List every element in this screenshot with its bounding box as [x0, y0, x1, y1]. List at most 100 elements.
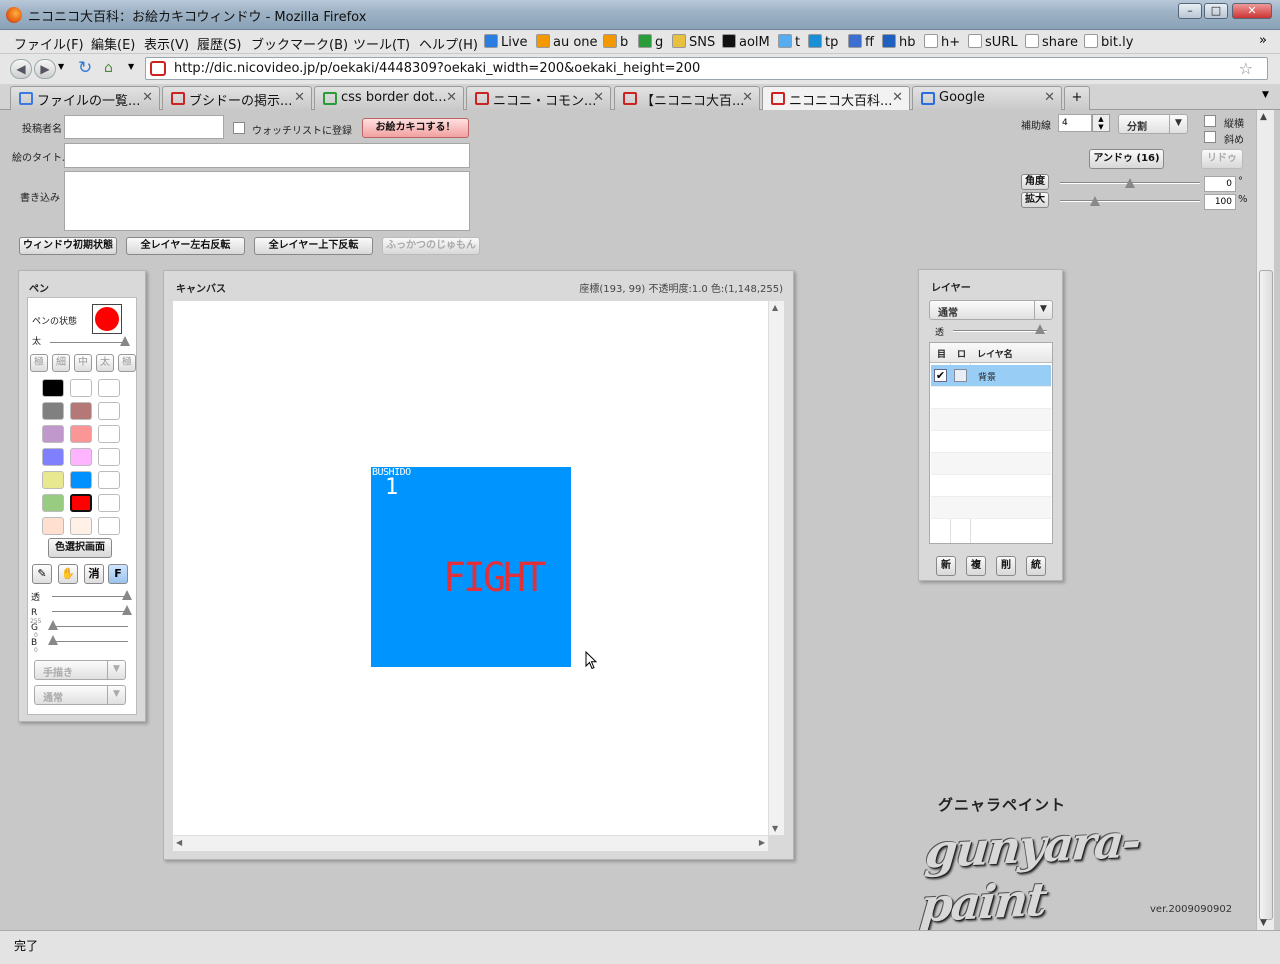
bookmark-item[interactable]: tp	[808, 34, 838, 50]
scroll-down-icon[interactable]: ▼	[772, 824, 778, 833]
bookmark-item[interactable]: hb	[882, 34, 916, 50]
back-button[interactable]: ◀	[10, 59, 32, 79]
menu-help[interactable]: ヘルプ(H)	[419, 34, 478, 53]
forward-button[interactable]: ▶	[34, 59, 56, 79]
drawing-canvas[interactable]: BUSHIDO 1 FIGHT	[371, 467, 571, 667]
aux-line-spinner[interactable]: ▲ ▼	[1092, 114, 1110, 132]
zoom-slider-knob[interactable]	[1090, 196, 1100, 206]
vertical-horizontal-checkbox[interactable]	[1204, 115, 1216, 127]
layer-row[interactable]: ✔ 背景	[931, 365, 1051, 387]
size-button-thin[interactable]: 細	[52, 354, 70, 372]
blend-mode-select[interactable]: 通常 ▼	[34, 685, 126, 705]
merge-layer-button[interactable]: 統	[1026, 556, 1046, 576]
poster-name-input[interactable]	[64, 115, 224, 139]
bookmark-item[interactable]: SNS	[672, 34, 715, 50]
tab-nicodic-oekaki[interactable]: ニコニコ大百科... ✕	[762, 86, 910, 111]
palette-swatch[interactable]	[98, 517, 120, 535]
layer-lock-checkbox[interactable]	[954, 369, 967, 382]
tab-bushido-board[interactable]: ブシドーの掲示... ✕	[162, 86, 312, 110]
eraser-tool-button[interactable]: 消	[84, 564, 104, 584]
duplicate-layer-button[interactable]: 複	[966, 556, 986, 576]
split-select[interactable]: 分割 ▼	[1118, 114, 1188, 134]
bookmark-item[interactable]: sURL	[968, 34, 1018, 50]
size-button-extra-thin[interactable]: 極	[30, 354, 48, 372]
tab-css-border[interactable]: css border dot... ✕	[314, 86, 464, 110]
undo-button[interactable]: アンドゥ (16)	[1089, 149, 1164, 169]
aux-line-input[interactable]: 4	[1058, 114, 1092, 132]
menu-file[interactable]: ファイル(F)	[14, 34, 84, 53]
scroll-right-icon[interactable]: ▶	[759, 838, 765, 847]
url-bar[interactable]: http://dic.nicovideo.jp/p/oekaki/4448309…	[145, 57, 1268, 80]
zoom-slider-track[interactable]	[1060, 200, 1200, 202]
palette-swatch[interactable]	[42, 425, 64, 443]
zoom-input[interactable]: 100	[1204, 194, 1236, 210]
palette-swatch[interactable]	[70, 448, 92, 466]
blue-slider-knob[interactable]	[48, 635, 58, 645]
canvas-viewport[interactable]: BUSHIDO 1 FIGHT	[173, 301, 768, 835]
scroll-down-icon[interactable]: ▼	[1260, 918, 1267, 928]
bookmark-item[interactable]: b	[603, 34, 628, 50]
palette-swatch[interactable]	[98, 425, 120, 443]
bookmark-item[interactable]: au one	[536, 34, 598, 50]
color-select-screen-button[interactable]: 色選択画面	[48, 538, 112, 558]
bookmark-item[interactable]: share	[1025, 34, 1078, 50]
tab-close-icon[interactable]: ✕	[1044, 90, 1055, 105]
palette-swatch[interactable]	[70, 471, 92, 489]
palette-swatch[interactable]	[98, 402, 120, 420]
bookmark-item[interactable]: aolM	[722, 34, 770, 50]
redo-button[interactable]: リドゥ	[1201, 149, 1243, 169]
maximize-button[interactable]: □	[1204, 3, 1228, 19]
picture-title-input[interactable]	[64, 143, 470, 168]
palette-swatch[interactable]	[98, 379, 120, 397]
palette-swatch[interactable]	[98, 448, 120, 466]
tab-file-list[interactable]: ファイルの一覧... ✕	[10, 86, 160, 110]
tab-nicocommon[interactable]: ニコニ・コモン... ✕	[466, 86, 611, 110]
tab-close-icon[interactable]: ✕	[892, 90, 903, 105]
layer-alpha-slider-knob[interactable]	[1035, 324, 1045, 334]
size-button-extra-thick[interactable]: 極	[118, 354, 136, 372]
stroke-mode-select[interactable]: 手描き ▼	[34, 660, 126, 680]
layer-visible-checkbox[interactable]: ✔	[934, 369, 947, 382]
menu-tools[interactable]: ツール(T)	[353, 34, 410, 53]
hand-tool-icon[interactable]: ✋	[58, 564, 78, 584]
size-button-thick[interactable]: 太	[96, 354, 114, 372]
menu-view[interactable]: 表示(V)	[144, 34, 189, 53]
bookmark-item[interactable]: bit.ly	[1084, 34, 1133, 50]
bookmark-star-icon[interactable]: ☆	[1239, 59, 1253, 78]
palette-swatch[interactable]	[42, 448, 64, 466]
palette-swatch[interactable]	[98, 471, 120, 489]
menu-history[interactable]: 履歴(S)	[197, 34, 241, 53]
tab-close-icon[interactable]: ✕	[294, 90, 305, 105]
home-dropdown-icon[interactable]: ▼	[128, 62, 134, 71]
canvas-horizontal-scrollbar[interactable]: ◀ ▶	[173, 835, 768, 851]
alpha-slider-track[interactable]	[52, 596, 128, 598]
layer-blend-select[interactable]: 通常 ▼	[929, 300, 1053, 320]
comment-textarea[interactable]	[64, 171, 470, 231]
restore-spell-button[interactable]: ふっかつのじゅもん	[382, 237, 480, 255]
reload-icon[interactable]: ↻	[78, 58, 92, 78]
bookmark-item[interactable]: Live	[484, 34, 528, 50]
tab-close-icon[interactable]: ✕	[142, 90, 153, 105]
scroll-up-icon[interactable]: ▲	[772, 303, 778, 312]
watchlist-checkbox[interactable]	[233, 122, 245, 134]
tab-list-icon[interactable]: ▼	[1262, 90, 1269, 100]
palette-swatch[interactable]	[70, 494, 92, 512]
palette-swatch[interactable]	[70, 517, 92, 535]
palette-swatch[interactable]	[42, 471, 64, 489]
palette-swatch[interactable]	[42, 494, 64, 512]
palette-swatch[interactable]	[42, 402, 64, 420]
tab-nicodic-bracket[interactable]: 【ニコニコ大百... ✕	[614, 86, 760, 110]
page-vertical-scrollbar[interactable]: ▲ ▼	[1256, 110, 1274, 930]
flip-horizontal-button[interactable]: 全レイヤー左右反転	[126, 237, 245, 255]
minimize-button[interactable]: –	[1178, 3, 1202, 19]
angle-slider-knob[interactable]	[1125, 178, 1135, 188]
new-layer-button[interactable]: 新	[936, 556, 956, 576]
scroll-up-icon[interactable]: ▲	[1260, 112, 1267, 122]
bookmark-item[interactable]: t	[778, 34, 800, 50]
pen-tool-icon[interactable]: ✎	[32, 564, 52, 584]
new-tab-button[interactable]: +	[1064, 86, 1090, 110]
green-slider-track[interactable]	[52, 626, 128, 628]
red-slider-knob[interactable]	[122, 605, 132, 615]
blue-slider-track[interactable]	[52, 641, 128, 643]
palette-swatch[interactable]	[70, 379, 92, 397]
